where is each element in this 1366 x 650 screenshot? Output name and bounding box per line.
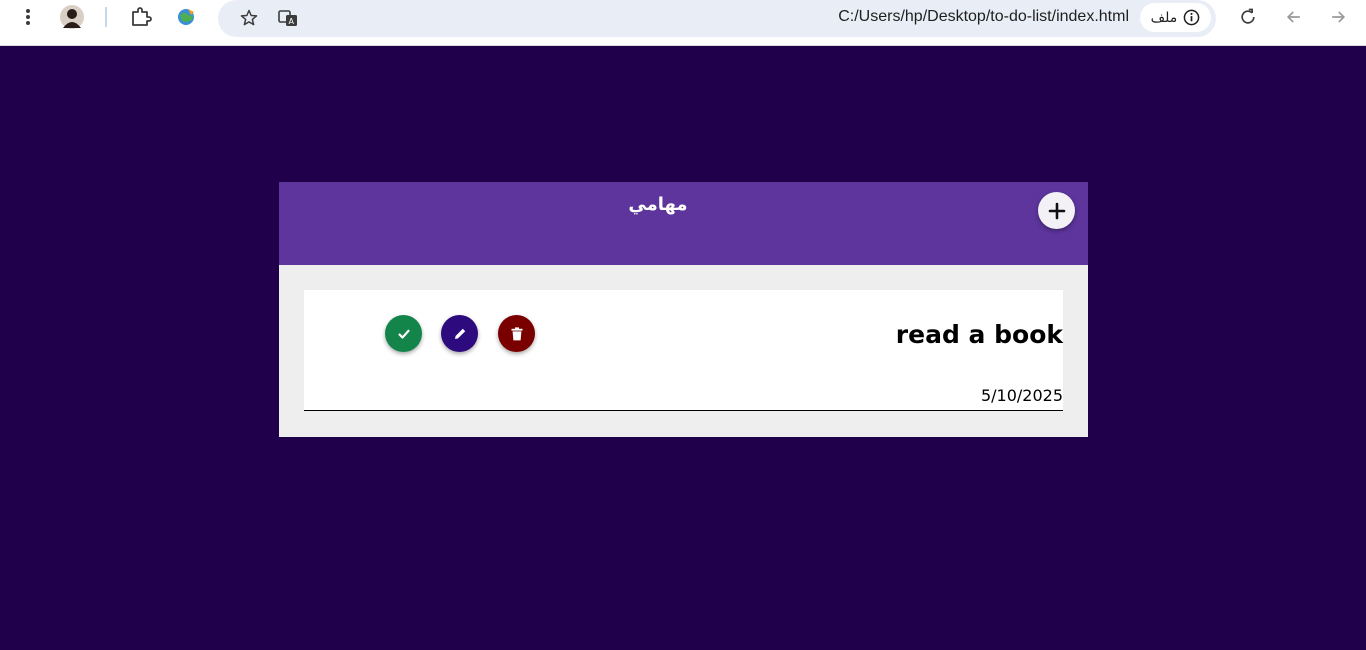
todo-card: مهامي read a book 5/10/2025 <box>279 182 1088 437</box>
complete-task-button[interactable] <box>385 315 422 352</box>
star-icon[interactable] <box>237 6 261 30</box>
avatar[interactable] <box>59 4 85 30</box>
info-icon <box>1183 9 1200 26</box>
card-header: مهامي <box>279 182 1088 265</box>
reload-icon[interactable] <box>1236 5 1260 29</box>
translate-icon[interactable]: A <box>276 6 300 30</box>
site-chip-label: ملف <box>1150 9 1178 26</box>
puzzle-icon[interactable] <box>128 5 154 29</box>
task-item: read a book 5/10/2025 <box>304 290 1063 411</box>
trash-icon <box>511 326 523 341</box>
browser-toolbar: A C:/Users/hp/Desktop/to-do-list/index.h… <box>0 0 1366 46</box>
address-bar[interactable]: A C:/Users/hp/Desktop/to-do-list/index.h… <box>218 0 1216 37</box>
task-title: read a book <box>895 320 1063 349</box>
toolbar-divider <box>105 7 107 27</box>
arrow-right-icon[interactable] <box>1282 5 1306 29</box>
site-info-chip[interactable]: ملف <box>1140 3 1211 32</box>
plus-icon <box>1048 202 1066 220</box>
kebab-menu-icon[interactable] <box>18 5 38 29</box>
task-date: 5/10/2025 <box>980 386 1063 405</box>
edit-task-button[interactable] <box>441 315 478 352</box>
globe-icon[interactable] <box>173 5 199 29</box>
arrow-left-icon[interactable] <box>1326 5 1350 29</box>
svg-text:A: A <box>289 17 295 26</box>
add-task-button[interactable] <box>1038 192 1075 229</box>
check-icon <box>397 327 411 341</box>
url-text[interactable]: C:/Users/hp/Desktop/to-do-list/index.htm… <box>838 8 1129 26</box>
delete-task-button[interactable] <box>498 315 535 352</box>
page-title: مهامي <box>628 194 688 215</box>
pencil-icon <box>453 327 467 341</box>
